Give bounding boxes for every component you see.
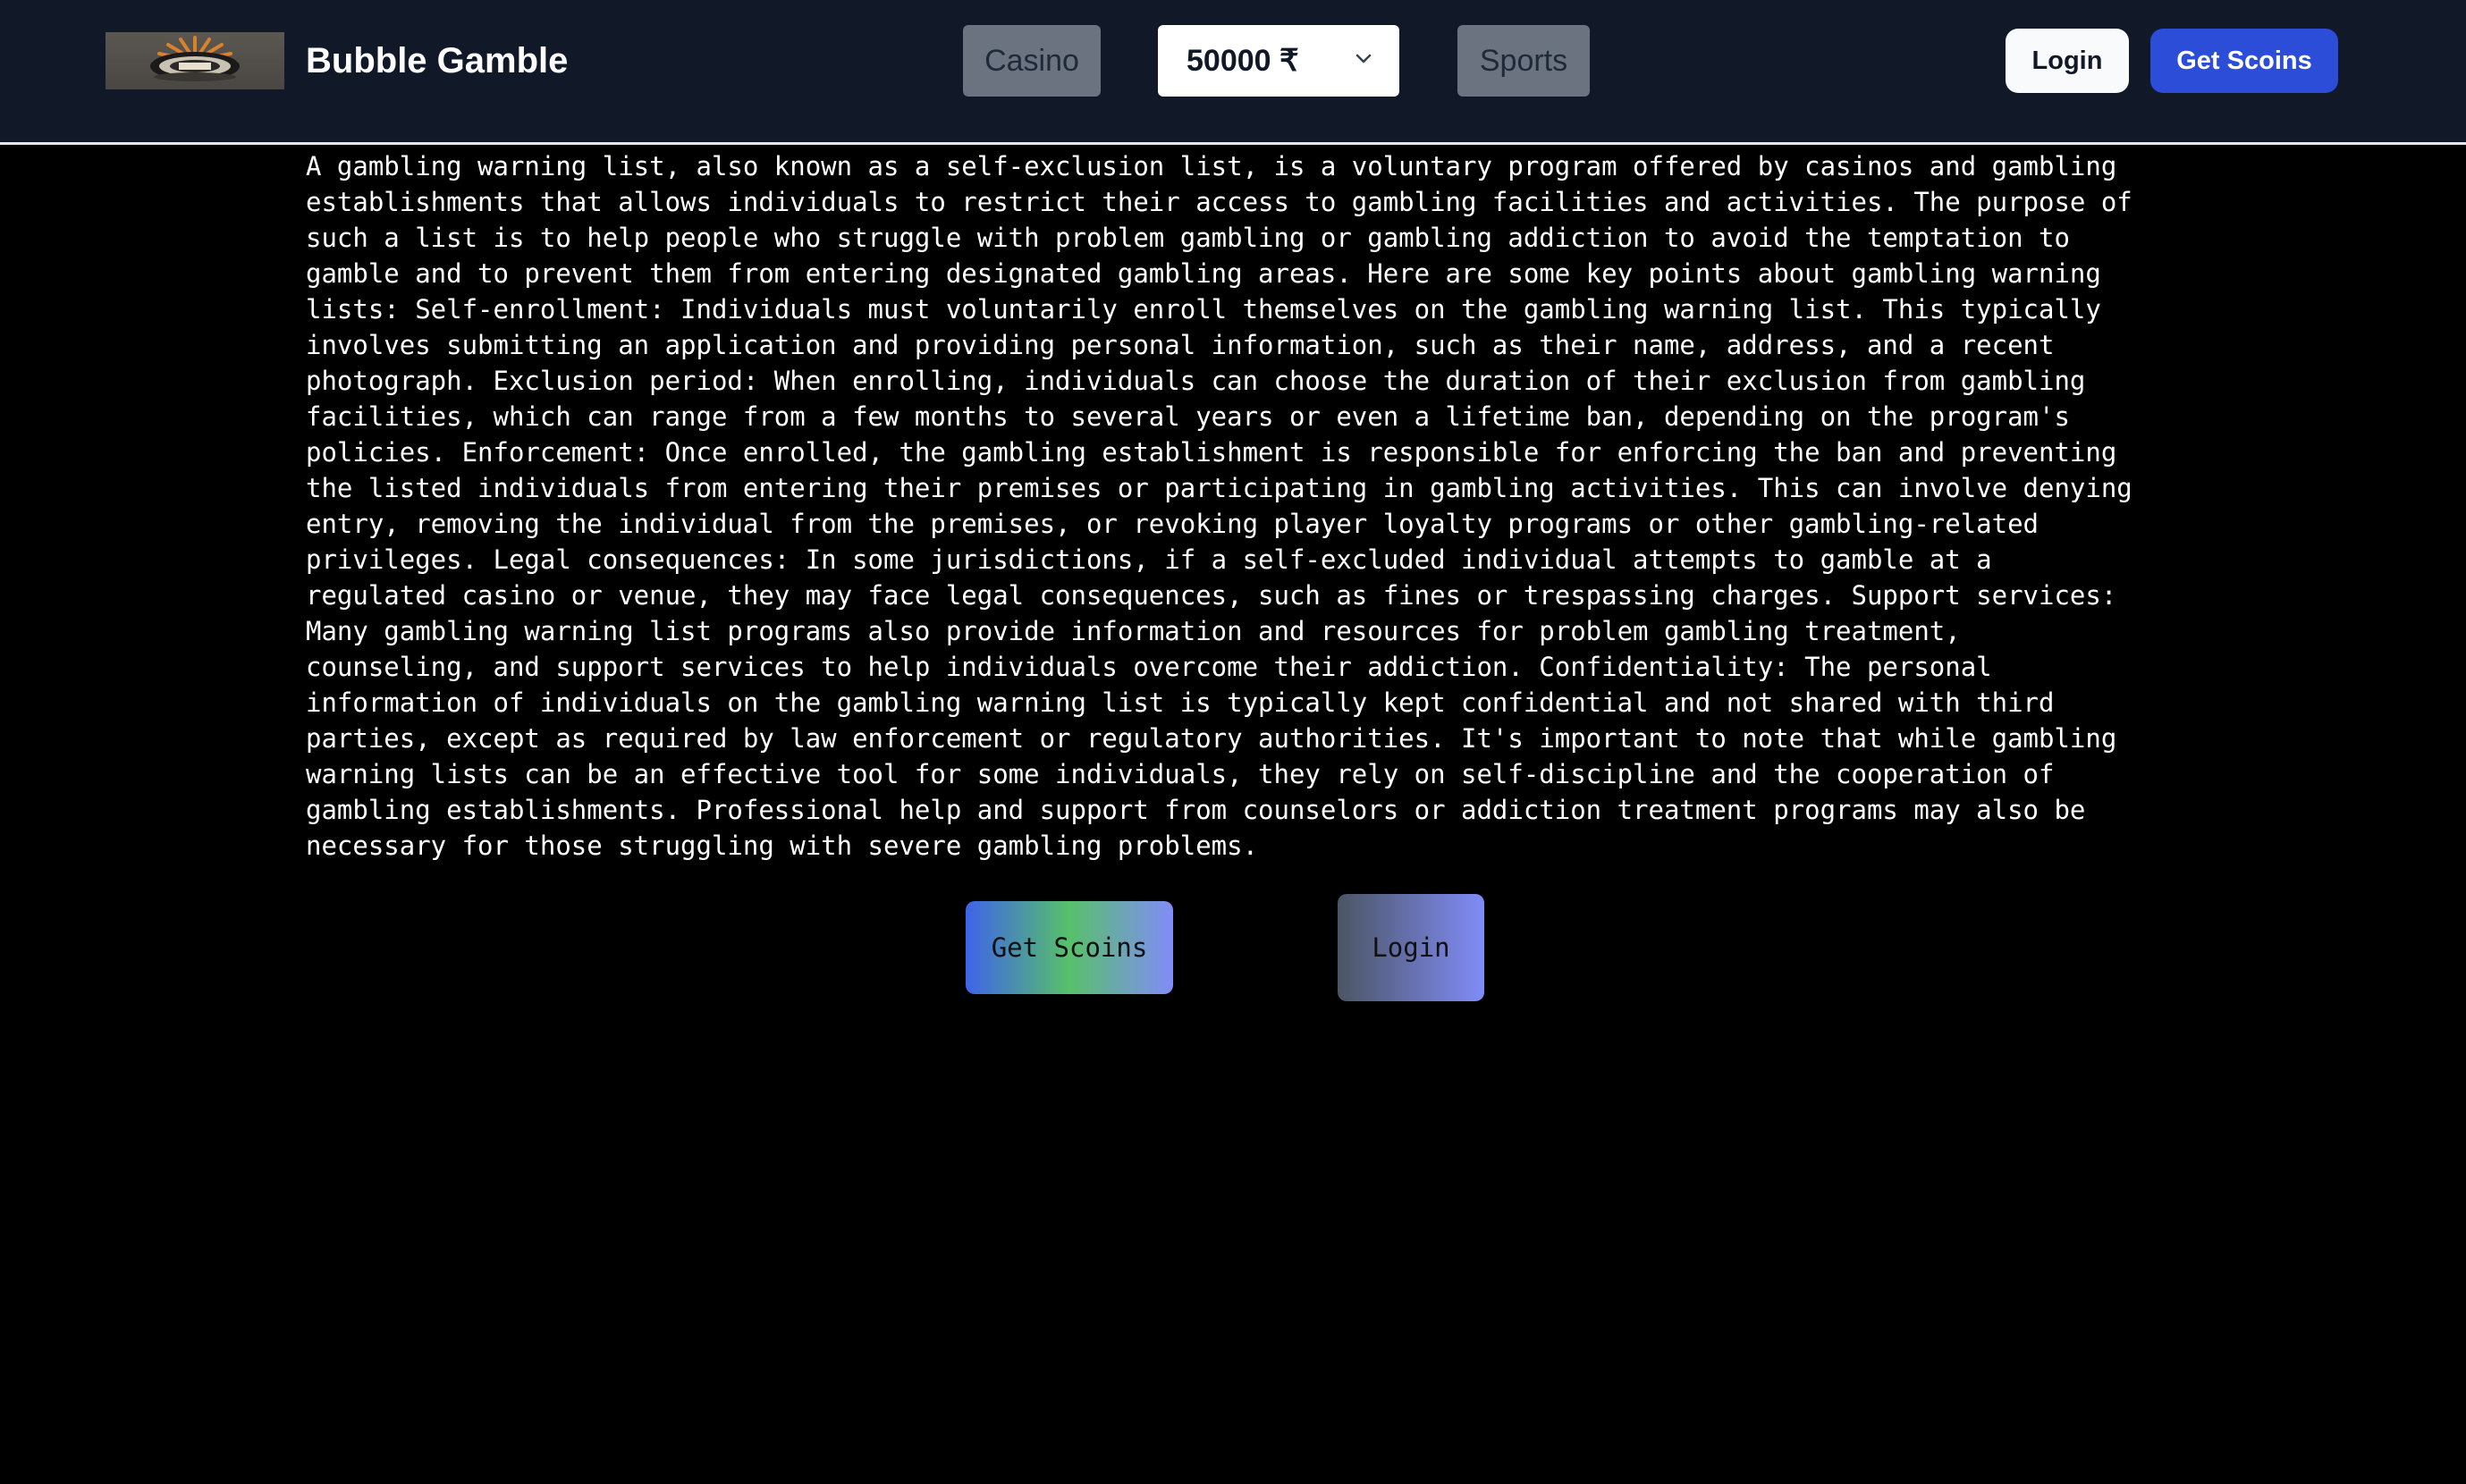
balance-select[interactable]: 50000 ₹ <box>1158 25 1399 97</box>
nav-casino-button[interactable]: Casino <box>963 25 1101 97</box>
nav-sports-button[interactable]: Sports <box>1457 25 1590 97</box>
gambling-warning-article: A gambling warning list, also known as a… <box>306 151 2132 861</box>
chevron-down-icon <box>1355 54 1372 63</box>
get-scoins-main-button[interactable]: Get Scoins <box>966 901 1173 994</box>
login-button[interactable]: Login <box>2006 29 2129 93</box>
brand-name[interactable]: Bubble Gamble <box>306 34 568 88</box>
get-scoins-button[interactable]: Get Scoins <box>2150 29 2338 93</box>
balance-value: 50000 ₹ <box>1187 44 1299 78</box>
login-main-button[interactable]: Login <box>1338 894 1484 1001</box>
top-navbar: Bubble Gamble Casino 50000 ₹ Sports Logi… <box>0 0 2466 145</box>
roulette-logo-icon[interactable] <box>106 32 284 89</box>
